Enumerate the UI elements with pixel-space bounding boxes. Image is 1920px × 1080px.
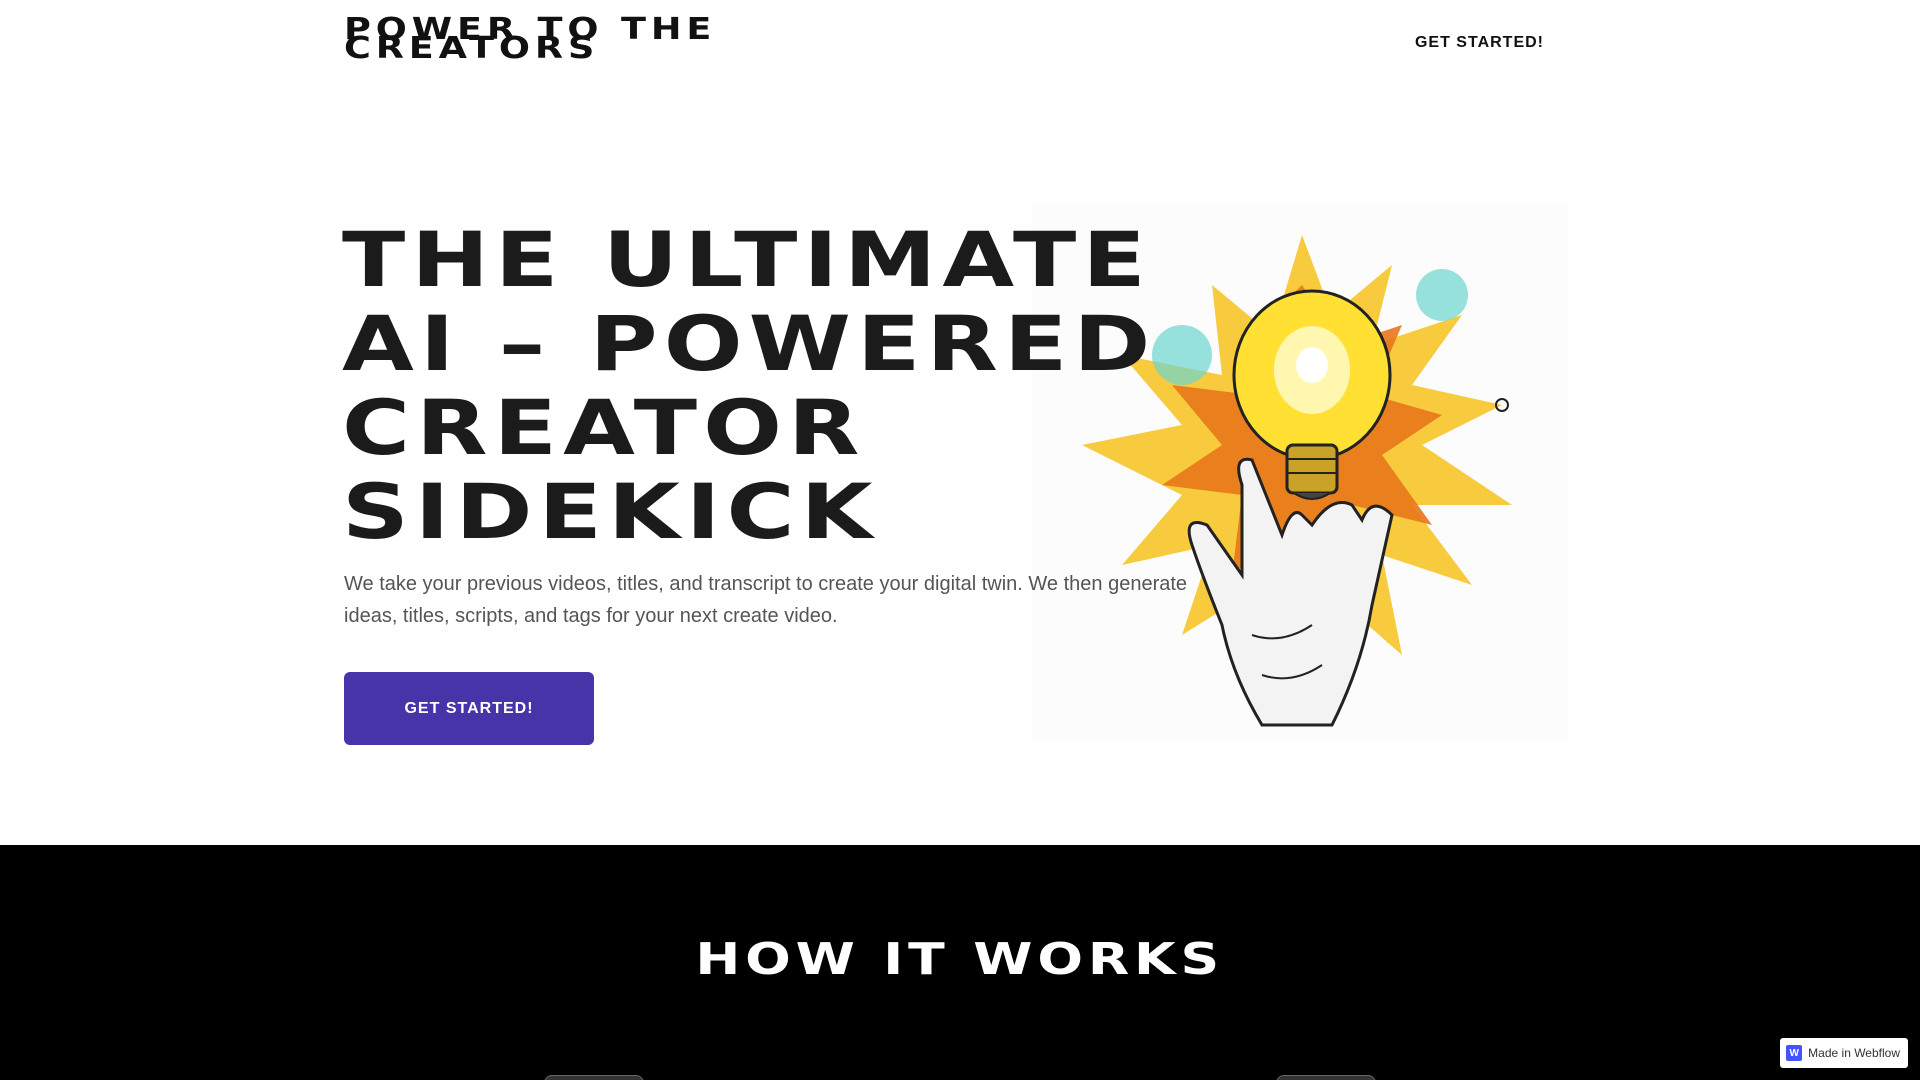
hero-title-line-2: AI – POWERED <box>342 299 1157 388</box>
how-it-works-title-text: HOW IT WORKS <box>695 934 1225 985</box>
nav-get-started-link[interactable]: GET STARTED! <box>1415 34 1544 52</box>
hero-title-line-1: THE ULTIMATE <box>342 215 1152 304</box>
hero-title: THE ULTIMATE AI – POWERED CREATOR SIDEKI… <box>342 218 1196 554</box>
made-in-webflow-badge[interactable]: W Made in Webflow <box>1780 1038 1908 1068</box>
brand-logo[interactable]: POWER TO THE CREATORS <box>344 15 734 64</box>
hero-get-started-button[interactable]: GET STARTED! <box>344 672 594 745</box>
step-card-peek-left <box>544 1075 644 1080</box>
how-it-works-section: HOW IT WORKS <box>0 845 1920 1080</box>
hero-title-line-3: CREATOR <box>342 383 866 472</box>
how-it-works-title: HOW IT WORKS <box>0 935 1920 985</box>
navbar: POWER TO THE CREATORS GET STARTED! <box>0 0 1920 100</box>
webflow-logo-icon: W <box>1786 1045 1803 1061</box>
webflow-badge-label: Made in Webflow <box>1808 1046 1900 1060</box>
hero-title-line-4: SIDEKICK <box>342 467 879 556</box>
page: POWER TO THE CREATORS GET STARTED! THE U… <box>0 0 1920 1080</box>
hero-description: We take your previous videos, titles, an… <box>344 573 1188 627</box>
step-card-peek-right <box>1276 1075 1376 1080</box>
